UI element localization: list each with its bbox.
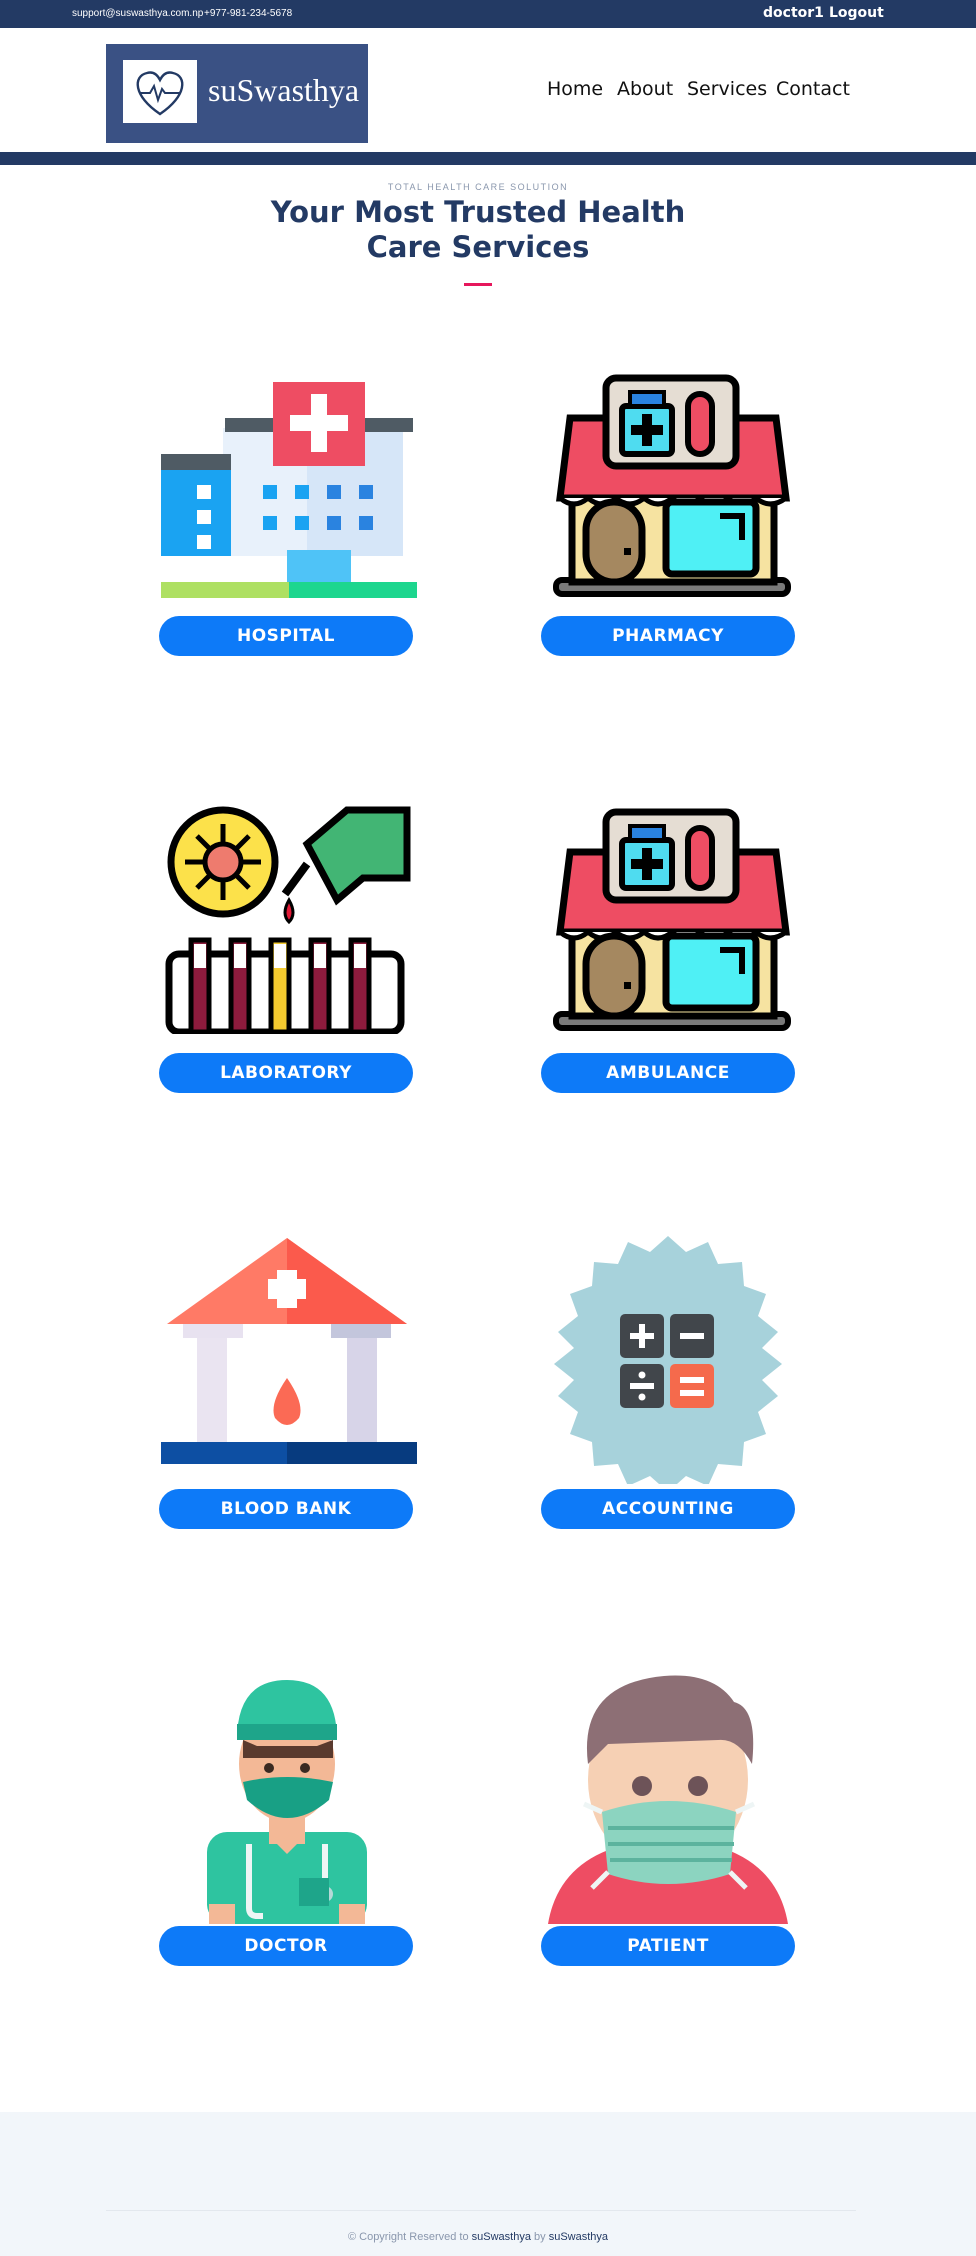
- nav-about[interactable]: About: [617, 78, 673, 100]
- site-logo[interactable]: suSwasthya: [106, 44, 368, 143]
- contact-email[interactable]: support@suswasthya.com.np: [72, 8, 203, 19]
- laboratory-icon[interactable]: [157, 804, 417, 1036]
- logout-link[interactable]: Logout: [829, 5, 884, 21]
- patient-avatar-icon[interactable]: [538, 1668, 798, 1924]
- copyright-site-link[interactable]: suSwasthya: [472, 2231, 531, 2243]
- accounting-button[interactable]: ACCOUNTING: [541, 1489, 795, 1529]
- copyright-by: by: [534, 2231, 546, 2243]
- pharmacy-button[interactable]: PHARMACY: [541, 616, 795, 656]
- nav-home[interactable]: Home: [547, 78, 603, 100]
- site-footer: © Copyright Reserved to suSwasthya by su…: [0, 2112, 976, 2256]
- contact-phone[interactable]: +977-981-234-5678: [204, 8, 292, 19]
- top-bar: support@suswasthya.com.np +977-981-234-5…: [0, 0, 976, 28]
- hospital-icon[interactable]: [157, 370, 417, 600]
- section-title-line-2: Care Services: [366, 230, 590, 264]
- hospital-button[interactable]: HOSPITAL: [159, 616, 413, 656]
- laboratory-button[interactable]: LABORATORY: [159, 1053, 413, 1093]
- nav-contact[interactable]: Contact: [776, 78, 850, 100]
- section-title-line-1: Your Most Trusted Health: [270, 195, 686, 229]
- header-divider-band: [0, 152, 976, 165]
- copyright-author-link[interactable]: suSwasthya: [549, 2231, 608, 2243]
- pharmacy-store-icon[interactable]: [538, 370, 798, 600]
- brand-name: suSwasthya: [208, 72, 360, 108]
- blood-bank-icon[interactable]: [157, 1234, 417, 1480]
- nav-services[interactable]: Services: [687, 78, 767, 100]
- heart-pulse-icon: [123, 60, 197, 123]
- footer-divider: [106, 2210, 856, 2211]
- pharmacy-store-icon[interactable]: [538, 804, 798, 1034]
- patient-button[interactable]: PATIENT: [541, 1926, 795, 1966]
- username-link[interactable]: doctor1: [763, 5, 824, 21]
- blood-bank-button[interactable]: BLOOD BANK: [159, 1489, 413, 1529]
- section-title: Your Most Trusted Health Care Services: [0, 195, 956, 265]
- copyright-text: © Copyright Reserved to suSwasthya by su…: [0, 2231, 956, 2243]
- ambulance-button[interactable]: AMBULANCE: [541, 1053, 795, 1093]
- doctor-avatar-icon[interactable]: [157, 1668, 417, 1924]
- section-eyebrow: TOTAL HEALTH CARE SOLUTION: [387, 182, 569, 192]
- calculator-badge-icon[interactable]: [538, 1234, 798, 1492]
- copyright-prefix: © Copyright Reserved to: [347, 2231, 469, 2243]
- doctor-button[interactable]: DOCTOR: [159, 1926, 413, 1966]
- site-header: suSwasthya Home About Services Contact: [0, 28, 976, 152]
- title-underline: [464, 283, 492, 286]
